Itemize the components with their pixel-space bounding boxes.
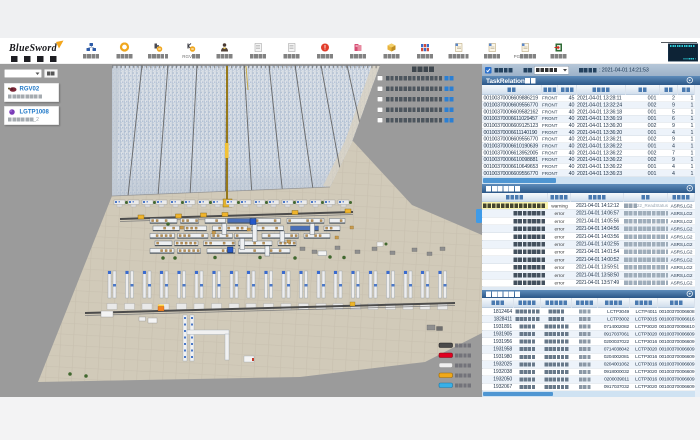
svg-text:!: ! xyxy=(324,46,326,52)
